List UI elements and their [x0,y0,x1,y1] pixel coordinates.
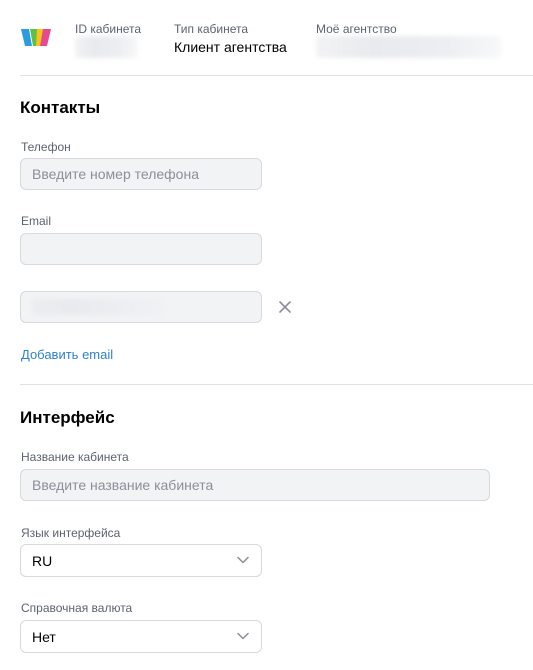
interface-title: Интерфейс [20,408,115,427]
cabinet-id-value-redacted [75,36,138,58]
contacts-title: Контакты [20,98,101,117]
language-select[interactable]: RU [20,544,262,577]
phone-label: Телефон [21,140,71,154]
cabinet-header: ID кабинета Тип кабинета Клиент агентств… [0,0,533,76]
chevron-down-icon [237,632,249,640]
header-divider [20,75,533,76]
cabinet-name-input[interactable] [20,469,490,501]
cabinet-type-label: Тип кабинета [174,22,249,36]
cabinet-name-label: Название кабинета [21,450,129,464]
phone-input[interactable] [20,158,262,190]
currency-select-value: Нет [32,628,56,645]
currency-select[interactable]: Нет [20,620,262,653]
email-label: Email [21,214,52,228]
cabinet-id-label: ID кабинета [75,22,142,36]
agency-value-redacted [316,36,501,58]
currency-label: Справочная валюта [21,601,133,615]
add-email-link[interactable]: Добавить email [21,347,113,362]
email-input[interactable] [20,233,262,265]
language-select-value: RU [32,552,53,569]
language-label: Язык интерфейса [21,526,121,540]
chevron-down-icon [237,556,249,564]
cabinet-type-value: Клиент агентства [174,39,287,55]
contacts-divider [20,384,533,385]
agency-block: Моё агентство [316,22,501,58]
agency-label: Моё агентство [316,22,397,36]
secondary-email-value-redacted [32,299,162,315]
cabinet-id-block: ID кабинета [75,22,141,58]
secondary-email-field[interactable] [20,291,262,323]
remove-email-close-icon[interactable] [277,299,293,315]
cabinet-type-block: Тип кабинета Клиент агентства [174,22,287,56]
brand-logo-icon [21,29,51,46]
